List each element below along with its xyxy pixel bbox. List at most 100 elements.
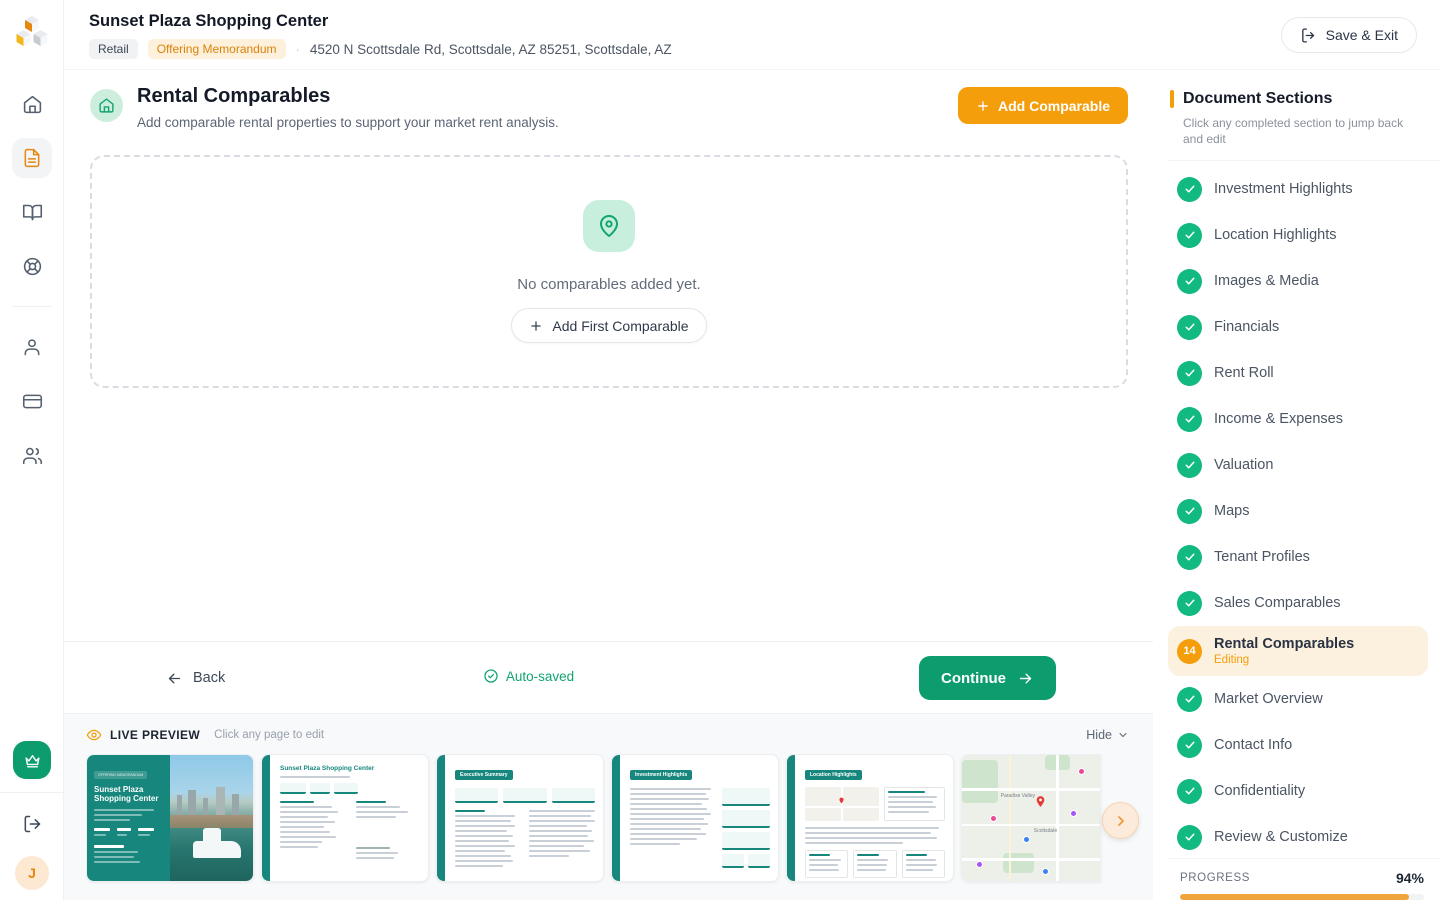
wizard-footer: Back Auto-saved Continue	[64, 641, 1153, 713]
check-icon	[1177, 687, 1202, 712]
section-item-valuation[interactable]: Valuation	[1168, 442, 1440, 488]
continue-button[interactable]: Continue	[919, 656, 1056, 700]
section-item-maps[interactable]: Maps	[1168, 488, 1440, 534]
check-icon	[1177, 733, 1202, 758]
section-item-rent-roll[interactable]: Rent Roll	[1168, 350, 1440, 396]
page-spine	[612, 755, 620, 881]
hide-preview-toggle[interactable]: Hide	[1086, 728, 1129, 742]
chevron-down-icon	[1117, 729, 1129, 741]
section-subtitle: Add comparable rental properties to supp…	[137, 115, 958, 130]
plus-icon	[529, 319, 543, 333]
save-exit-button[interactable]: Save & Exit	[1281, 17, 1417, 53]
thumb-page-toc[interactable]: Sunset Plaza Shopping Center	[261, 754, 429, 882]
map-pin-icon	[583, 200, 635, 252]
section-item-contact-info[interactable]: Contact Info	[1168, 722, 1440, 768]
chevron-right-icon	[1113, 813, 1129, 829]
nav-documents-button[interactable]	[12, 138, 52, 178]
book-open-icon	[22, 202, 43, 223]
document-type-badge: Offering Memorandum	[148, 39, 286, 59]
app-sidebar: J	[0, 0, 64, 900]
section-item-market-overview[interactable]: Market Overview	[1168, 676, 1440, 722]
live-preview-panel: LIVE PREVIEW Click any page to edit Hide…	[64, 713, 1153, 900]
progress-bar	[1180, 894, 1424, 900]
section-number-badge: 14	[1177, 639, 1202, 664]
section-house-icon	[90, 89, 123, 122]
autosave-status: Auto-saved	[64, 668, 993, 684]
section-item-investment-highlights[interactable]: Investment Highlights	[1168, 166, 1440, 212]
thumb-page-investment-highlights[interactable]: Investment Highlights	[611, 754, 779, 882]
section-item-sales-comparables[interactable]: Sales Comparables	[1168, 580, 1440, 626]
top-header: Sunset Plaza Shopping Center Retail Offe…	[64, 0, 1440, 70]
cover-title: Sunset Plaza Shopping Center	[94, 785, 163, 803]
cover-tag: OFFERING MEMORANDUM	[94, 771, 147, 779]
section-item-financials[interactable]: Financials	[1168, 304, 1440, 350]
active-section-status: Editing	[1214, 654, 1354, 666]
investment-highlights-badge: Investment Highlights	[630, 770, 692, 780]
save-exit-label: Save & Exit	[1326, 27, 1398, 43]
nav-home-button[interactable]	[12, 84, 52, 124]
nav-team-button[interactable]	[12, 435, 52, 475]
add-first-comparable-label: Add First Comparable	[552, 318, 688, 334]
document-icon	[22, 148, 42, 168]
active-section-label: Rental Comparables	[1214, 636, 1354, 652]
check-icon	[1177, 499, 1202, 524]
live-preview-title: LIVE PREVIEW	[110, 728, 200, 742]
nav-library-button[interactable]	[12, 192, 52, 232]
map-preview: Paradise Valley Scottsdale	[962, 755, 1100, 881]
thumb-page-cover[interactable]: OFFERING MEMORANDUM Sunset Plaza Shoppin…	[86, 754, 254, 882]
progress-value: 94%	[1396, 870, 1424, 886]
user-avatar[interactable]: J	[15, 856, 49, 890]
logout-button[interactable]	[14, 806, 50, 842]
progress-bar-fill	[1180, 894, 1409, 900]
section-item-rental-comparables[interactable]: 14 Rental Comparables Editing	[1168, 626, 1428, 676]
check-icon	[1177, 779, 1202, 804]
add-first-comparable-button[interactable]: Add First Comparable	[511, 308, 706, 343]
section-item-images-media[interactable]: Images & Media	[1168, 258, 1440, 304]
users-icon	[22, 445, 43, 466]
arrow-right-icon	[1017, 670, 1034, 687]
nav-billing-button[interactable]	[12, 381, 52, 421]
life-buoy-icon	[22, 256, 43, 277]
progress-section: PROGRESS 94%	[1168, 858, 1440, 900]
map-label: Paradise Valley	[1001, 793, 1035, 799]
section-title: Rental Comparables	[137, 85, 958, 108]
live-preview-hint: Click any page to edit	[214, 729, 324, 741]
property-type-badge: Retail	[89, 39, 138, 59]
sections-list: Investment Highlights Location Highlight…	[1168, 161, 1440, 858]
home-icon	[22, 94, 43, 115]
check-icon	[1177, 545, 1202, 570]
exec-summary-badge: Executive Summary	[455, 770, 513, 780]
section-item-income-expenses[interactable]: Income & Expenses	[1168, 396, 1440, 442]
nav-help-button[interactable]	[12, 246, 52, 286]
autosave-label: Auto-saved	[506, 669, 574, 684]
thumb-page-map[interactable]: Paradise Valley Scottsdale	[961, 754, 1101, 882]
section-item-confidentiality[interactable]: Confidentiality	[1168, 768, 1440, 814]
thumb-page-executive-summary[interactable]: Executive Summary	[436, 754, 604, 882]
next-pages-button[interactable]	[1102, 802, 1139, 839]
toc-title: Sunset Plaza Shopping Center	[280, 765, 418, 772]
app-logo	[14, 12, 50, 52]
check-icon	[1177, 407, 1202, 432]
section-item-review-customize[interactable]: Review & Customize	[1168, 814, 1440, 858]
check-icon	[1177, 223, 1202, 248]
avatar-initial: J	[28, 865, 36, 881]
check-circle-icon	[483, 668, 499, 684]
check-icon	[1177, 591, 1202, 616]
add-comparable-button[interactable]: Add Comparable	[958, 87, 1128, 124]
thumb-page-location-highlights[interactable]: Location Highlights	[786, 754, 954, 882]
check-icon	[1177, 361, 1202, 386]
check-icon	[1177, 269, 1202, 294]
crown-icon	[23, 751, 42, 770]
panel-title: Document Sections	[1183, 90, 1332, 108]
upgrade-plan-button[interactable]	[13, 741, 51, 779]
check-icon	[1177, 177, 1202, 202]
sidebar-divider	[0, 792, 64, 793]
section-item-tenant-profiles[interactable]: Tenant Profiles	[1168, 534, 1440, 580]
section-item-location-highlights[interactable]: Location Highlights	[1168, 212, 1440, 258]
panel-accent-bar	[1170, 90, 1174, 108]
plus-icon	[976, 99, 990, 113]
hide-label: Hide	[1086, 728, 1112, 742]
page-spine	[437, 755, 445, 881]
separator-dot: ·	[296, 42, 300, 57]
nav-profile-button[interactable]	[12, 327, 52, 367]
